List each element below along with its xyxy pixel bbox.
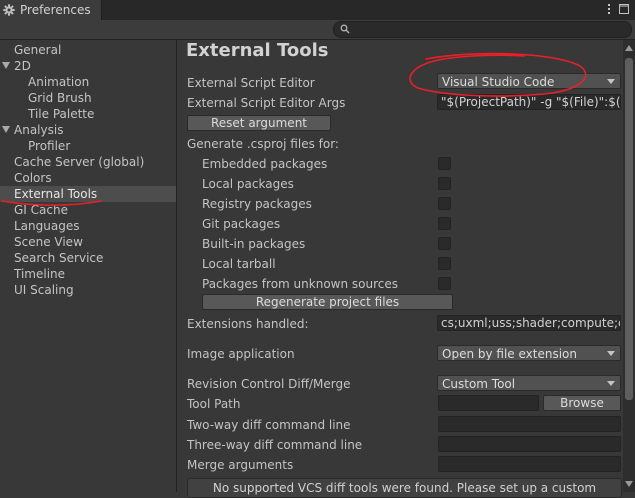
- sidebar-item-label: Languages: [14, 219, 80, 233]
- page-title: External Tools: [186, 40, 329, 61]
- toolbar: [0, 20, 635, 40]
- sidebar-item-label: Scene View: [14, 235, 83, 249]
- sidebar-item-label: Profiler: [28, 139, 71, 153]
- sidebar-item-label: UI Scaling: [14, 283, 74, 297]
- sidebar-item-label: 2D: [14, 59, 31, 73]
- extensions-label: Extensions handled:: [187, 317, 309, 331]
- csproj-option-checkbox[interactable]: [438, 237, 451, 250]
- chevron-down-icon: [607, 79, 615, 84]
- window-controls: [603, 2, 631, 16]
- sidebar-item-profiler[interactable]: Profiler: [0, 138, 176, 154]
- sidebar-item-label: Cache Server (global): [14, 155, 145, 169]
- three-way-diff-label: Three-way diff command line: [187, 438, 363, 452]
- sidebar-item-2d[interactable]: 2D: [0, 58, 176, 74]
- vcs-help-box: No supported VCS diff tools were found. …: [187, 478, 622, 498]
- image-application-value: Open by file extension: [442, 347, 577, 361]
- search-icon: [340, 24, 350, 34]
- chevron-down-icon: [607, 381, 615, 386]
- script-editor-args-field[interactable]: "$(ProjectPath)" -g "$(File)":$(Line):$(…: [437, 94, 621, 110]
- sidebar-item-ui-scaling[interactable]: UI Scaling: [0, 282, 176, 298]
- tool-path-field[interactable]: [438, 395, 539, 411]
- sidebar-item-languages[interactable]: Languages: [0, 218, 176, 234]
- title-bar: Preferences: [0, 0, 635, 20]
- sidebar-item-analysis[interactable]: Analysis: [0, 122, 176, 138]
- csproj-option-label: Built-in packages: [202, 237, 306, 251]
- sidebar-item-label: External Tools: [14, 187, 98, 201]
- sidebar-item-label: Tile Palette: [28, 107, 95, 121]
- sidebar-item-external-tools[interactable]: External Tools: [0, 186, 176, 202]
- csproj-option-checkbox[interactable]: [438, 257, 451, 270]
- sidebar-item-cache-server-global[interactable]: Cache Server (global): [0, 154, 176, 170]
- sidebar-item-scene-view[interactable]: Scene View: [0, 234, 176, 250]
- sidebar-item-label: Analysis: [14, 123, 64, 137]
- tab-title: Preferences: [20, 3, 91, 17]
- merge-arguments-field[interactable]: [438, 456, 621, 472]
- csproj-option-label: Packages from unknown sources: [202, 277, 398, 291]
- search-input[interactable]: [352, 22, 622, 37]
- external-tools-panel: External Tools External Script Editor Vi…: [177, 40, 623, 498]
- two-way-diff-field[interactable]: [438, 416, 621, 432]
- csproj-option-checkbox[interactable]: [438, 217, 451, 230]
- sidebar-item-grid-brush[interactable]: Grid Brush: [0, 90, 176, 106]
- merge-arguments-label: Merge arguments: [187, 458, 294, 472]
- revision-control-label: Revision Control Diff/Merge: [187, 377, 351, 391]
- csproj-option-label: Local packages: [202, 177, 294, 191]
- sidebar-item-label: GI Cache: [14, 203, 68, 217]
- image-application-dropdown[interactable]: Open by file extension: [437, 345, 621, 361]
- revision-control-dropdown[interactable]: Custom Tool: [437, 375, 621, 391]
- sidebar-item-label: Timeline: [14, 267, 66, 281]
- chevron-down-icon: [607, 351, 615, 356]
- search-field[interactable]: [333, 21, 632, 38]
- script-editor-args-label: External Script Editor Args: [187, 96, 346, 110]
- sidebar-item-label: Grid Brush: [28, 91, 92, 105]
- sidebar-item-label: Search Service: [14, 251, 104, 265]
- sidebar-item-gi-cache[interactable]: GI Cache: [0, 202, 176, 218]
- sidebar-item-animation[interactable]: Animation: [0, 74, 176, 90]
- sidebar-item-colors[interactable]: Colors: [0, 170, 176, 186]
- scroll-up-arrow-icon[interactable]: [625, 45, 633, 51]
- more-options-icon[interactable]: [603, 2, 615, 16]
- script-editor-label: External Script Editor: [187, 76, 315, 90]
- maximize-icon[interactable]: [617, 2, 631, 16]
- tab-preferences[interactable]: Preferences: [0, 0, 102, 20]
- extensions-field[interactable]: cs;uxml;uss;shader;compute;cginc;hlsl;gl…: [437, 315, 621, 331]
- sidebar-item-label: Animation: [28, 75, 90, 89]
- two-way-diff-label: Two-way diff command line: [187, 418, 351, 432]
- scrollbar-thumb[interactable]: [625, 58, 633, 400]
- sidebar-item-tile-palette[interactable]: Tile Palette: [0, 106, 176, 122]
- sidebar-item-general[interactable]: General: [0, 42, 176, 58]
- csproj-option-label: Git packages: [202, 217, 281, 231]
- foldout-arrow-icon[interactable]: [2, 126, 10, 133]
- image-application-label: Image application: [187, 347, 295, 361]
- csproj-option-checkbox[interactable]: [438, 177, 451, 190]
- preferences-sidebar: General 2D Animation Grid Brush Tile Palette…: [0, 40, 177, 492]
- csproj-option-checkbox[interactable]: [438, 277, 451, 290]
- csproj-option-label: Registry packages: [202, 197, 312, 211]
- regenerate-project-files-button[interactable]: Regenerate project files: [202, 294, 453, 310]
- script-editor-value: Visual Studio Code: [442, 75, 555, 89]
- browse-button[interactable]: Browse: [543, 395, 621, 411]
- foldout-arrow-icon[interactable]: [2, 62, 10, 69]
- sidebar-item-label: General: [14, 43, 62, 57]
- csproj-label: Generate .csproj files for:: [187, 137, 339, 151]
- script-editor-dropdown[interactable]: Visual Studio Code: [437, 73, 621, 89]
- sidebar-item-timeline[interactable]: Timeline: [0, 266, 176, 282]
- revision-control-value: Custom Tool: [442, 377, 516, 391]
- sidebar-item-label: Colors: [14, 171, 52, 185]
- reset-argument-button[interactable]: Reset argument: [187, 115, 331, 131]
- three-way-diff-field[interactable]: [438, 436, 621, 452]
- csproj-option-checkbox[interactable]: [438, 157, 451, 170]
- vertical-scrollbar[interactable]: [623, 40, 635, 492]
- scroll-down-arrow-icon[interactable]: [625, 481, 633, 487]
- gear-icon: [3, 4, 15, 16]
- csproj-option-checkbox[interactable]: [438, 197, 451, 210]
- sidebar-item-search-service[interactable]: Search Service: [0, 250, 176, 266]
- csproj-option-label: Embedded packages: [202, 157, 328, 171]
- csproj-option-label: Local tarball: [202, 257, 276, 271]
- tool-path-label: Tool Path: [187, 397, 241, 411]
